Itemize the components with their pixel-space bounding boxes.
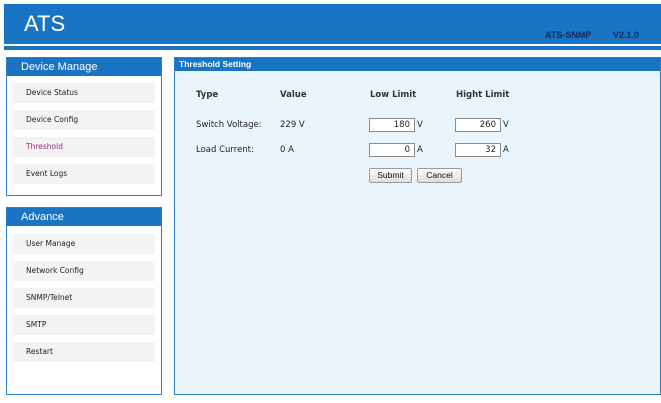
header-divider (4, 46, 661, 50)
load-current-high-limit-input[interactable] (455, 143, 501, 157)
switch-voltage-value: 229 V (280, 120, 305, 130)
switch-voltage-low-unit: V (417, 120, 423, 130)
app-header: ATS ATS-SNMP V2.1.0 (4, 4, 661, 44)
sidebar-item-user-manage[interactable]: User Manage (13, 234, 155, 254)
switch-voltage-low-limit-input[interactable] (369, 118, 415, 132)
product-name: ATS-SNMP (545, 30, 592, 40)
device-manage-panel: Device Manage Device Status Device Confi… (6, 57, 162, 196)
sidebar-item-snmp-telnet[interactable]: SNMP/Telnet (13, 288, 155, 308)
switch-voltage-high-unit: V (503, 120, 509, 130)
switch-voltage-high-limit-input[interactable] (455, 118, 501, 132)
threshold-setting-panel: Threshold Setting Type Value Low Limit H… (174, 57, 661, 395)
column-header-type: Type (196, 90, 219, 100)
column-header-high-limit: Hight Limit (456, 90, 510, 100)
load-current-value: 0 A (280, 145, 294, 155)
sidebar-item-smtp[interactable]: SMTP (13, 315, 155, 335)
submit-button[interactable]: Submit (369, 168, 412, 183)
device-manage-heading: Device Manage (7, 58, 161, 76)
sidebar-item-restart[interactable]: Restart (13, 342, 155, 362)
cancel-button[interactable]: Cancel (417, 168, 462, 183)
sidebar-item-threshold[interactable]: Threshold (13, 137, 155, 157)
load-current-low-limit-input[interactable] (369, 143, 415, 157)
row-label-switch-voltage: Switch Voltage: (196, 120, 262, 130)
version-label: V2.1.0 (613, 30, 640, 40)
column-header-value: Value (280, 90, 307, 100)
load-current-low-unit: A (417, 145, 423, 155)
panel-title: Threshold Setting (175, 58, 660, 71)
advance-panel: Advance User Manage Network Config SNMP/… (6, 207, 162, 395)
row-label-load-current: Load Current: (196, 145, 254, 155)
sidebar-item-event-logs[interactable]: Event Logs (13, 164, 155, 184)
column-header-low-limit: Low Limit (370, 90, 417, 100)
advance-heading: Advance (7, 208, 161, 226)
load-current-high-unit: A (503, 145, 509, 155)
brand-logo-text: ATS (24, 11, 66, 36)
sidebar-item-device-config[interactable]: Device Config (13, 110, 155, 130)
sidebar-item-network-config[interactable]: Network Config (13, 261, 155, 281)
sidebar-item-device-status[interactable]: Device Status (13, 83, 155, 103)
